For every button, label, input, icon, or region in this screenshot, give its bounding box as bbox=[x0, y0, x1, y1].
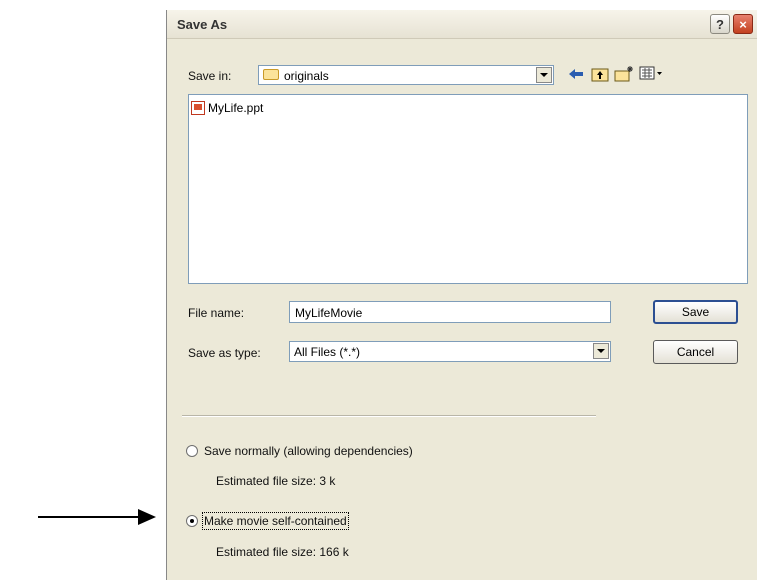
new-folder-icon[interactable] bbox=[614, 66, 634, 84]
file-name-label: File name: bbox=[188, 306, 245, 320]
self-contained-radio[interactable] bbox=[186, 515, 198, 527]
save-button[interactable]: Save bbox=[653, 300, 738, 324]
folder-icon bbox=[263, 69, 279, 80]
title-bar: Save As ? × bbox=[167, 10, 757, 39]
file-name-field[interactable]: MyLifeMovie bbox=[289, 301, 611, 323]
self-contained-label[interactable]: Make movie self-contained bbox=[202, 512, 349, 530]
estimated-size-normal: Estimated file size: 3 k bbox=[216, 474, 336, 488]
dialog-title: Save As bbox=[177, 17, 228, 32]
save-as-type-label: Save as type: bbox=[188, 346, 261, 360]
save-in-dropdown[interactable]: originals bbox=[258, 65, 554, 85]
save-normally-label[interactable]: Save normally (allowing dependencies) bbox=[204, 444, 413, 458]
cancel-button[interactable]: Cancel bbox=[653, 340, 738, 364]
file-name-text: MyLife.ppt bbox=[208, 101, 264, 115]
divider bbox=[182, 415, 596, 417]
pointer-arrow-icon bbox=[138, 509, 156, 525]
views-menu-icon[interactable] bbox=[638, 66, 664, 84]
chevron-down-icon[interactable] bbox=[536, 67, 552, 83]
save-normally-radio[interactable] bbox=[186, 445, 198, 457]
estimated-size-self-contained: Estimated file size: 166 k bbox=[216, 545, 349, 559]
close-button[interactable]: × bbox=[733, 14, 753, 34]
save-as-type-dropdown[interactable]: All Files (*.*) bbox=[289, 341, 611, 362]
save-as-dialog: Save As ? × Save in: originals MyLife.pp… bbox=[166, 10, 757, 580]
save-in-value: originals bbox=[284, 69, 329, 83]
file-list[interactable]: MyLife.ppt bbox=[188, 94, 748, 284]
pointer-arrow-line bbox=[38, 516, 142, 518]
save-in-label: Save in: bbox=[188, 69, 232, 83]
chevron-down-icon[interactable] bbox=[593, 343, 609, 359]
powerpoint-file-icon bbox=[191, 101, 205, 115]
file-name-value: MyLifeMovie bbox=[295, 306, 363, 320]
up-folder-icon[interactable] bbox=[590, 66, 610, 84]
save-as-type-value: All Files (*.*) bbox=[294, 345, 361, 359]
help-button[interactable]: ? bbox=[710, 14, 730, 34]
back-arrow-icon[interactable] bbox=[566, 66, 586, 84]
